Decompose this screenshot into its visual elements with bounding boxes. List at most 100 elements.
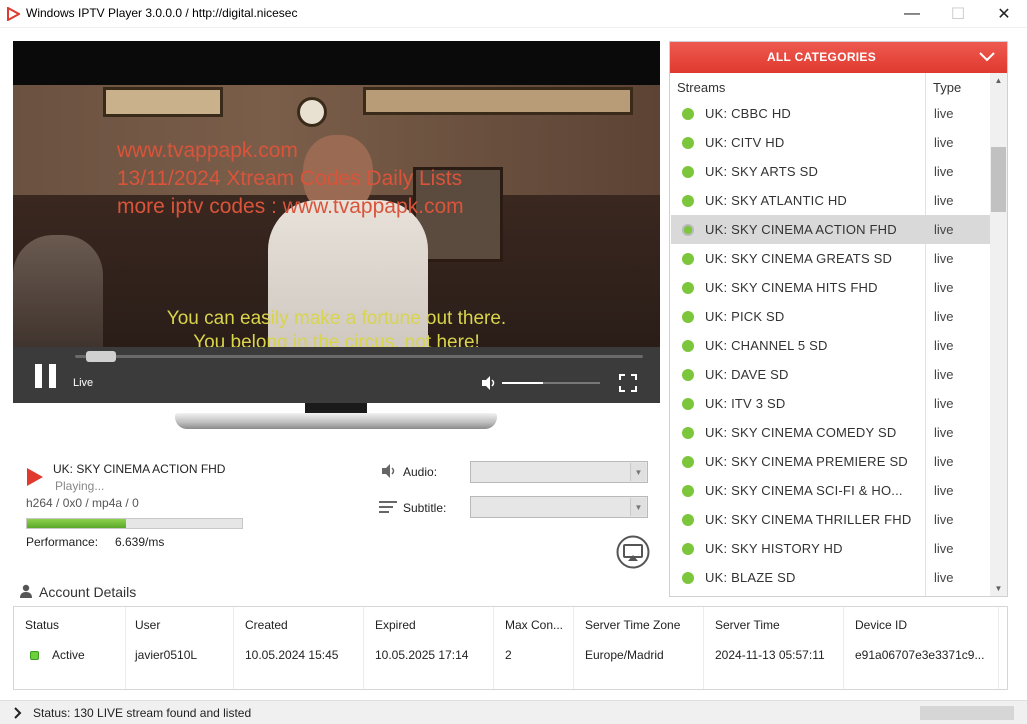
stream-status-icon xyxy=(682,224,694,236)
account-value: 2024-11-13 05:57:11 xyxy=(715,648,825,662)
stream-type: live xyxy=(934,396,954,411)
now-playing-title: UK: SKY CINEMA ACTION FHD xyxy=(53,462,226,476)
scroll-thumb[interactable] xyxy=(991,147,1006,212)
stream-name: UK: SKY CINEMA GREATS SD xyxy=(705,251,893,266)
column-header-streams[interactable]: Streams xyxy=(677,80,725,95)
stream-row[interactable]: UK: CITV HD live xyxy=(671,128,990,157)
stream-row[interactable]: UK: SKY CINEMA PREMIERE SD live xyxy=(671,447,990,476)
account-column-status: Status Active xyxy=(14,607,126,689)
audio-select[interactable]: ▼ xyxy=(470,461,648,483)
scroll-down-icon[interactable]: ▼ xyxy=(990,581,1007,596)
stream-status-icon xyxy=(682,572,694,584)
stream-row[interactable]: UK: SKY CINEMA THRILLER FHD live xyxy=(671,505,990,534)
wall-clock xyxy=(297,97,327,127)
stream-status-icon xyxy=(682,137,694,149)
stream-row[interactable]: UK: SKY ARTS SD live xyxy=(671,157,990,186)
stream-name: UK: PICK SD xyxy=(705,309,785,324)
account-header: Device ID xyxy=(855,618,908,632)
status-progress-bar xyxy=(920,706,1014,720)
stream-type: live xyxy=(934,570,954,585)
stream-name: UK: CHANNEL 5 SD xyxy=(705,338,828,353)
stream-row[interactable]: UK: SKY CINEMA HITS FHD live xyxy=(671,273,990,302)
performance-fill xyxy=(27,519,126,528)
stream-name: UK: SKY CINEMA HITS FHD xyxy=(705,280,878,295)
cast-icon[interactable] xyxy=(616,535,650,569)
stream-row[interactable]: UK: SKY CINEMA GREATS SD live xyxy=(671,244,990,273)
stream-name: UK: CITV HD xyxy=(705,135,785,150)
account-header: Server Time xyxy=(715,618,780,632)
account-value: 10.05.2025 17:14 xyxy=(375,648,469,662)
player-controls: Live xyxy=(13,347,660,403)
video-watermark: www.tvappapk.com 13/11/2024 Xtream Codes… xyxy=(117,137,557,221)
account-column-device-id: Device ID e91a06707e3e3371c9... xyxy=(844,607,999,689)
stream-type: live xyxy=(934,222,954,237)
stream-type: live xyxy=(934,483,954,498)
account-column-expired: Expired 10.05.2025 17:14 xyxy=(364,607,494,689)
scrollbar[interactable]: ▲ ▼ xyxy=(990,73,1007,596)
status-indicator-icon xyxy=(30,651,39,660)
fullscreen-icon[interactable] xyxy=(618,373,638,393)
stream-status-icon xyxy=(682,398,694,410)
stream-status-icon xyxy=(682,311,694,323)
seek-bar[interactable] xyxy=(75,355,643,358)
stream-name: UK: SKY ATLANTIC HD xyxy=(705,193,848,208)
now-playing-status: Playing... xyxy=(55,479,105,493)
maximize-button[interactable]: ☐ xyxy=(935,0,981,28)
stream-row[interactable]: UK: DAVE SD live xyxy=(671,360,990,389)
stream-type: live xyxy=(934,164,954,179)
stream-type: live xyxy=(934,106,954,121)
speaker-icon xyxy=(382,464,395,478)
account-header: Expired xyxy=(375,618,416,632)
chevron-down-icon[interactable] xyxy=(978,49,996,65)
scroll-up-icon[interactable]: ▲ xyxy=(990,73,1007,88)
seek-handle[interactable] xyxy=(86,351,117,362)
minimize-button[interactable]: — xyxy=(889,0,935,28)
subtitle-line: You can easily make a fortune out there. xyxy=(166,308,507,329)
stream-row[interactable]: UK: CHANNEL 5 SD live xyxy=(671,331,990,360)
stream-status-icon xyxy=(682,514,694,526)
audio-label: Audio: xyxy=(403,465,438,479)
close-button[interactable]: ✕ xyxy=(981,0,1027,28)
stream-status-icon xyxy=(682,166,694,178)
account-value: e91a06707e3e3371c9... xyxy=(855,648,985,662)
stream-row[interactable]: UK: SKY CINEMA SCI-FI & HO... live xyxy=(671,476,990,505)
title-bar: Windows IPTV Player 3.0.0.0 / http://dig… xyxy=(0,0,1027,28)
account-value: Europe/Madrid xyxy=(585,648,664,662)
subtitle-label: Subtitle: xyxy=(403,501,447,515)
stream-status-icon xyxy=(682,427,694,439)
account-column-max-connections: Max Con... 2 xyxy=(494,607,574,689)
pause-button[interactable] xyxy=(35,364,57,388)
stream-status-icon xyxy=(682,456,694,468)
stream-name: UK: SKY CINEMA PREMIERE SD xyxy=(705,454,908,469)
volume-icon[interactable] xyxy=(480,374,498,392)
video-player[interactable]: www.tvappapk.com 13/11/2024 Xtream Codes… xyxy=(13,41,660,403)
stream-name: UK: SKY CINEMA ACTION FHD xyxy=(705,222,897,237)
subtitle-select[interactable]: ▼ xyxy=(470,496,648,518)
stream-type: live xyxy=(934,367,954,382)
performance-bar xyxy=(26,518,243,529)
account-header: Server Time Zone xyxy=(585,618,681,632)
streams-panel: ALL CATEGORIES Streams Type UK: CBBC HD l… xyxy=(669,41,1008,597)
stream-type: live xyxy=(934,454,954,469)
stream-row[interactable]: UK: CBBC HD live xyxy=(671,99,990,128)
stream-row[interactable]: UK: PICK SD live xyxy=(671,302,990,331)
stream-row[interactable]: UK: SKY HISTORY HD live xyxy=(671,534,990,563)
stream-row[interactable]: UK: SKY CINEMA ACTION FHD live xyxy=(671,215,990,244)
window-title: Windows IPTV Player 3.0.0.0 / http://dig… xyxy=(26,6,298,20)
stream-row[interactable]: UK: BLAZE SD live xyxy=(671,563,990,592)
stream-type: live xyxy=(934,135,954,150)
stream-row[interactable]: UK: SKY CINEMA COMEDY SD live xyxy=(671,418,990,447)
chevron-right-icon[interactable] xyxy=(13,707,23,719)
chevron-down-icon[interactable]: ▼ xyxy=(630,463,646,481)
account-header: Status xyxy=(25,618,60,632)
chevron-down-icon[interactable]: ▼ xyxy=(630,498,646,516)
account-column-timezone: Server Time Zone Europe/Madrid xyxy=(574,607,704,689)
column-header-type[interactable]: Type xyxy=(933,80,961,95)
category-selector[interactable]: ALL CATEGORIES xyxy=(670,42,1007,73)
stream-status-icon xyxy=(682,340,694,352)
stream-row[interactable]: UK: ITV 3 SD live xyxy=(671,389,990,418)
stream-type: live xyxy=(934,309,954,324)
stream-name: UK: BLAZE SD xyxy=(705,570,796,585)
performance-value: 6.639/ms xyxy=(115,535,165,549)
stream-row[interactable]: UK: SKY ATLANTIC HD live xyxy=(671,186,990,215)
